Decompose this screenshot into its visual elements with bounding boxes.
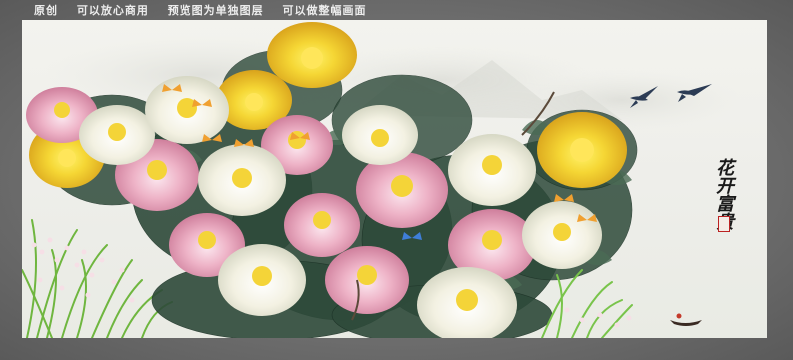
peony-white-3 bbox=[342, 105, 418, 165]
blossom-sprays-left bbox=[31, 237, 135, 303]
peony-white-7 bbox=[218, 244, 306, 316]
peony-pink-8 bbox=[325, 246, 409, 314]
peony-white-5 bbox=[448, 134, 536, 206]
peony-yellow-right bbox=[537, 112, 627, 188]
peony-white-6 bbox=[522, 201, 602, 269]
top-banner: 原创 可以放心商用 预览图为单独图层 可以做整幅画面 bbox=[0, 0, 793, 22]
banner-item-commercial: 可以放心商用 bbox=[76, 4, 149, 17]
peony-yellow-top bbox=[267, 22, 357, 88]
peony-white-4 bbox=[198, 144, 286, 216]
banner-item-whole: 可以做整幅画面 bbox=[282, 4, 367, 17]
boat bbox=[670, 313, 702, 326]
peony-white-2 bbox=[145, 76, 229, 144]
banner-item-layer: 预览图为单独图层 bbox=[167, 4, 264, 17]
painting-canvas: 花开富贵 bbox=[22, 20, 767, 338]
red-seal-icon bbox=[718, 216, 730, 232]
banner-item-original: 原创 bbox=[34, 4, 58, 17]
peony-pink-5 bbox=[284, 193, 360, 257]
peony-painting bbox=[22, 22, 742, 338]
peony-white-1 bbox=[79, 105, 155, 165]
